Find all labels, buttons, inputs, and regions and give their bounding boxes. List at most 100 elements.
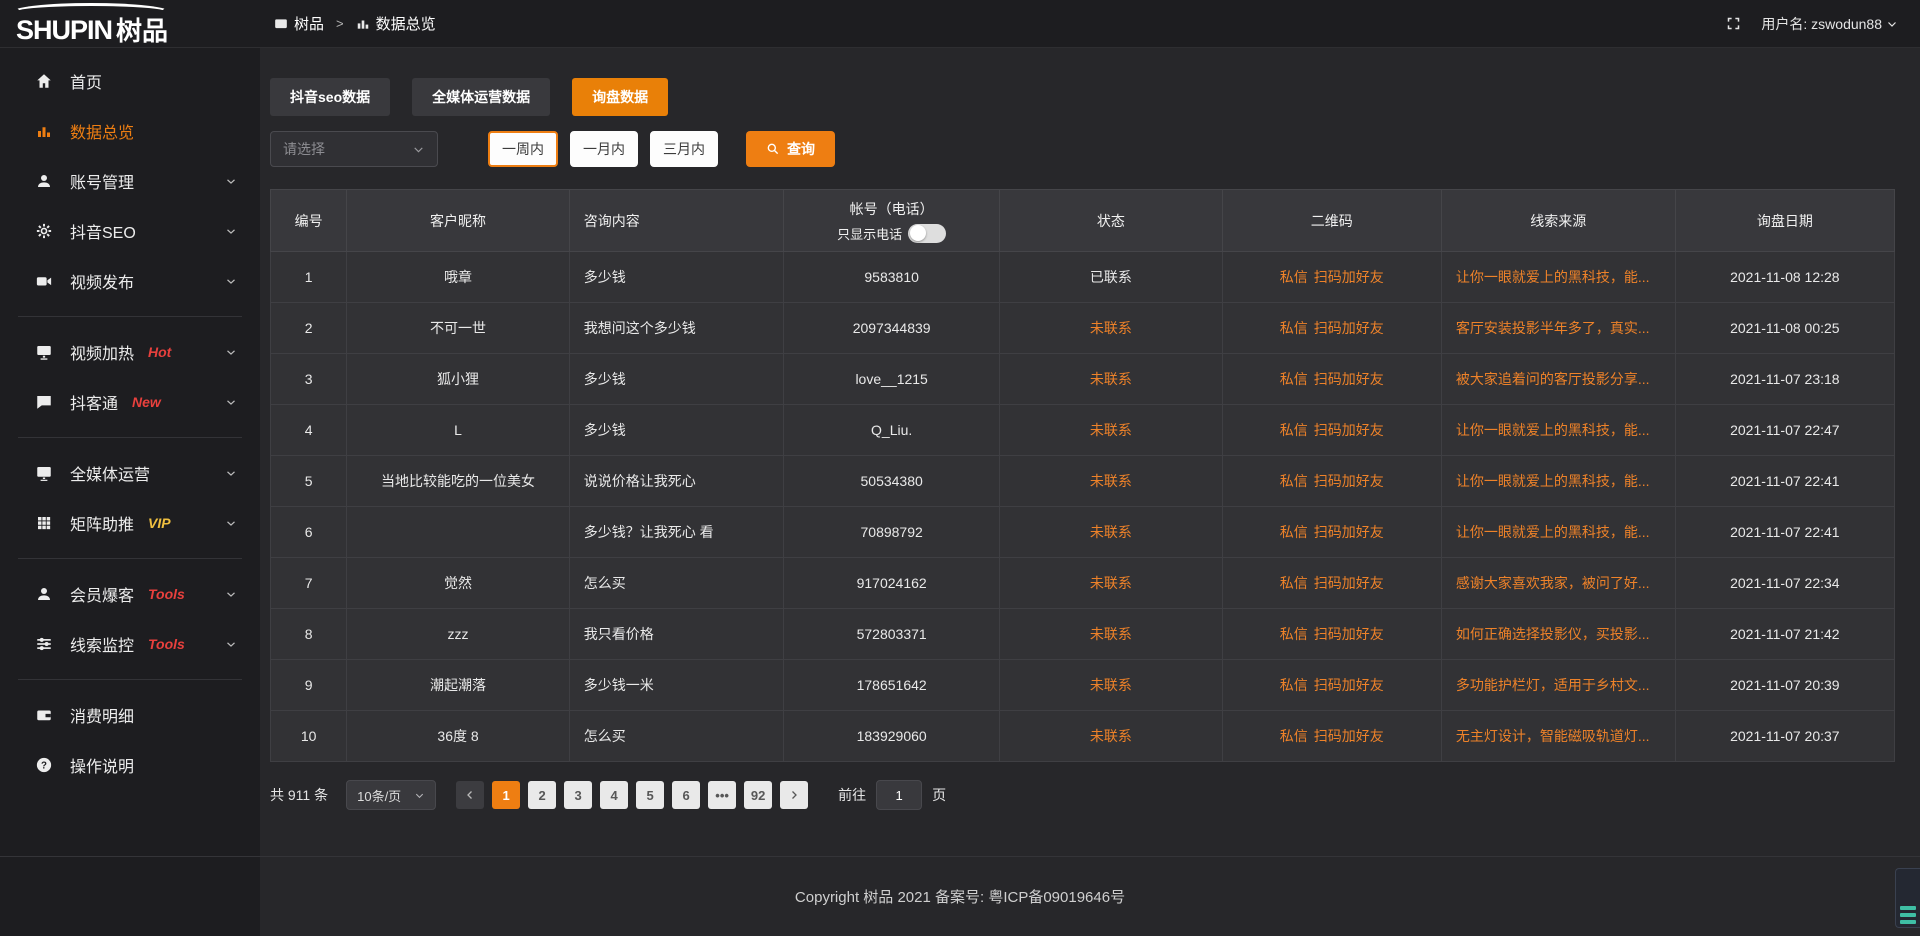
qr-action-link[interactable]: 私信 <box>1280 269 1308 285</box>
cell-source[interactable]: 如何正确选择投影仪，买投影... <box>1441 609 1675 660</box>
inquiry-table-wrap: 编号 客户昵称 咨询内容 帐号（电话） 只显示电话 状态 二维码 <box>270 189 1895 762</box>
cell-status: 未联系 <box>1000 507 1222 558</box>
cell-account: Q_Liu. <box>784 405 1000 456</box>
sidebar-item-data-overview[interactable]: 数据总览 <box>0 106 260 156</box>
qr-action-link[interactable]: 扫码加好友 <box>1314 575 1384 591</box>
qr-action-link[interactable]: 私信 <box>1280 473 1308 489</box>
page-button-3[interactable]: 3 <box>564 781 592 809</box>
page-button-6[interactable]: 6 <box>672 781 700 809</box>
qr-action-link[interactable]: 私信 <box>1280 575 1308 591</box>
qr-action-link[interactable]: 扫码加好友 <box>1314 422 1384 438</box>
grid-icon <box>34 513 54 533</box>
prev-page-button[interactable] <box>456 781 484 809</box>
range-button-1[interactable]: 一月内 <box>570 131 638 167</box>
sidebar-item-consumption-detail[interactable]: 消费明细 <box>0 690 260 740</box>
floating-widget[interactable] <box>1895 868 1920 928</box>
cell-source[interactable]: 让你一眼就爱上的黑科技，能... <box>1441 405 1675 456</box>
qr-action-link[interactable]: 私信 <box>1280 677 1308 693</box>
cell-source[interactable]: 感谢大家喜欢我家，被问了好... <box>1441 558 1675 609</box>
sidebar-item-video-heating[interactable]: 视频加热Hot <box>0 327 260 377</box>
column-header-id: 编号 <box>271 190 347 252</box>
table-row: 9潮起潮落多少钱一米178651642未联系私信扫码加好友多功能护栏灯，适用于乡… <box>271 660 1895 711</box>
chevron-right-icon <box>788 789 800 801</box>
qr-action-link[interactable]: 扫码加好友 <box>1314 473 1384 489</box>
page-button-5[interactable]: 5 <box>636 781 664 809</box>
cell-source[interactable]: 客厅安装投影半年多了，真实... <box>1441 303 1675 354</box>
qr-action-link[interactable]: 扫码加好友 <box>1314 371 1384 387</box>
cell-source[interactable]: 无主灯设计，智能磁吸轨道灯... <box>1441 711 1675 762</box>
sidebar-item-douyin-seo[interactable]: 抖音SEO <box>0 206 260 256</box>
cell-source[interactable]: 让你一眼就爱上的黑科技，能... <box>1441 252 1675 303</box>
sidebar-item-home[interactable]: 首页 <box>0 56 260 106</box>
sidebar-item-member-burst[interactable]: 会员爆客Tools <box>0 569 260 619</box>
filter-select[interactable]: 请选择 <box>270 131 438 167</box>
cell-content: 我只看价格 <box>569 609 783 660</box>
qr-action-link[interactable]: 私信 <box>1280 728 1308 744</box>
sidebar-item-matrix-boost[interactable]: 矩阵助推VIP <box>0 498 260 548</box>
page-size-select[interactable]: 10条/页 <box>346 780 436 810</box>
tab-2[interactable]: 询盘数据 <box>572 78 668 116</box>
cell-nickname: zzz <box>347 609 569 660</box>
cell-source[interactable]: 多功能护栏灯，适用于乡村文... <box>1441 660 1675 711</box>
cell-account: 917024162 <box>784 558 1000 609</box>
chevron-down-icon <box>412 143 425 156</box>
sidebar-divider <box>18 679 242 680</box>
cell-source[interactable]: 让你一眼就爱上的黑科技，能... <box>1441 507 1675 558</box>
sidebar-item-video-publish[interactable]: 视频发布 <box>0 256 260 306</box>
breadcrumb-brand[interactable]: 树品 <box>274 13 324 34</box>
cell-account: 50534380 <box>784 456 1000 507</box>
qr-action-link[interactable]: 扫码加好友 <box>1314 269 1384 285</box>
app-logo: SHUPIN 树品 <box>0 0 260 48</box>
qr-action-link[interactable]: 扫码加好友 <box>1314 524 1384 540</box>
qr-action-link[interactable]: 私信 <box>1280 371 1308 387</box>
search-button[interactable]: 查询 <box>746 131 835 167</box>
next-page-button[interactable] <box>780 781 808 809</box>
cell-nickname: 36度 8 <box>347 711 569 762</box>
qr-action-link[interactable]: 扫码加好友 <box>1314 626 1384 642</box>
cell-content: 多少钱？让我死心 看 <box>569 507 783 558</box>
cell-status: 未联系 <box>1000 405 1222 456</box>
page-ellipsis-button[interactable]: ••• <box>708 781 736 809</box>
page-button-1[interactable]: 1 <box>492 781 520 809</box>
sidebar-item-operation-guide[interactable]: ?操作说明 <box>0 740 260 790</box>
cell-source[interactable]: 被大家追着问的客厅投影分享... <box>1441 354 1675 405</box>
page-button-92[interactable]: 92 <box>744 781 772 809</box>
fullscreen-icon[interactable] <box>1726 16 1741 31</box>
range-button-0[interactable]: 一周内 <box>488 131 558 167</box>
qr-action-link[interactable]: 扫码加好友 <box>1314 320 1384 336</box>
sidebar-item-omnimedia-operation[interactable]: 全媒体运营 <box>0 448 260 498</box>
cell-source[interactable]: 让你一眼就爱上的黑科技，能... <box>1441 456 1675 507</box>
cell-nickname: L <box>347 405 569 456</box>
qr-action-link[interactable]: 私信 <box>1280 422 1308 438</box>
qr-action-link[interactable]: 私信 <box>1280 626 1308 642</box>
breadcrumb-page[interactable]: 数据总览 <box>356 13 436 34</box>
qr-action-link[interactable]: 私信 <box>1280 524 1308 540</box>
sidebar-item-clue-monitor[interactable]: 线索监控Tools <box>0 619 260 669</box>
qr-action-link[interactable]: 私信 <box>1280 320 1308 336</box>
sidebar-item-douketong[interactable]: 抖客通New <box>0 377 260 427</box>
filter-select-placeholder: 请选择 <box>283 139 325 159</box>
tab-0[interactable]: 抖音seo数据 <box>270 78 390 116</box>
screen-icon <box>34 463 54 483</box>
qr-action-link[interactable]: 扫码加好友 <box>1314 677 1384 693</box>
cell-content: 多少钱 <box>569 252 783 303</box>
sidebar-item-account-management[interactable]: 账号管理 <box>0 156 260 206</box>
user-menu[interactable]: 用户名: zswodun88 <box>1761 14 1898 34</box>
table-row: 2不可一世我想问这个多少钱2097344839未联系私信扫码加好友客厅安装投影半… <box>271 303 1895 354</box>
filter-bar: 请选择 一周内一月内三月内 查询 <box>270 131 1920 167</box>
tab-1[interactable]: 全媒体运营数据 <box>412 78 550 116</box>
phone-only-toggle[interactable] <box>908 224 946 243</box>
username-label: 用户名: zswodun88 <box>1761 14 1882 34</box>
page-button-4[interactable]: 4 <box>600 781 628 809</box>
goto-page-input[interactable]: 1 <box>876 780 922 810</box>
cell-account: love__1215 <box>784 354 1000 405</box>
status-badge: 未联系 <box>1090 677 1132 693</box>
sidebar-item-label: 视频加热 <box>70 340 134 364</box>
qr-action-link[interactable]: 扫码加好友 <box>1314 728 1384 744</box>
page-size-value: 10条/页 <box>357 786 401 805</box>
page-button-2[interactable]: 2 <box>528 781 556 809</box>
cell-account: 2097344839 <box>784 303 1000 354</box>
status-badge: 未联系 <box>1090 524 1132 540</box>
range-button-2[interactable]: 三月内 <box>650 131 718 167</box>
status-badge: 未联系 <box>1090 575 1132 591</box>
